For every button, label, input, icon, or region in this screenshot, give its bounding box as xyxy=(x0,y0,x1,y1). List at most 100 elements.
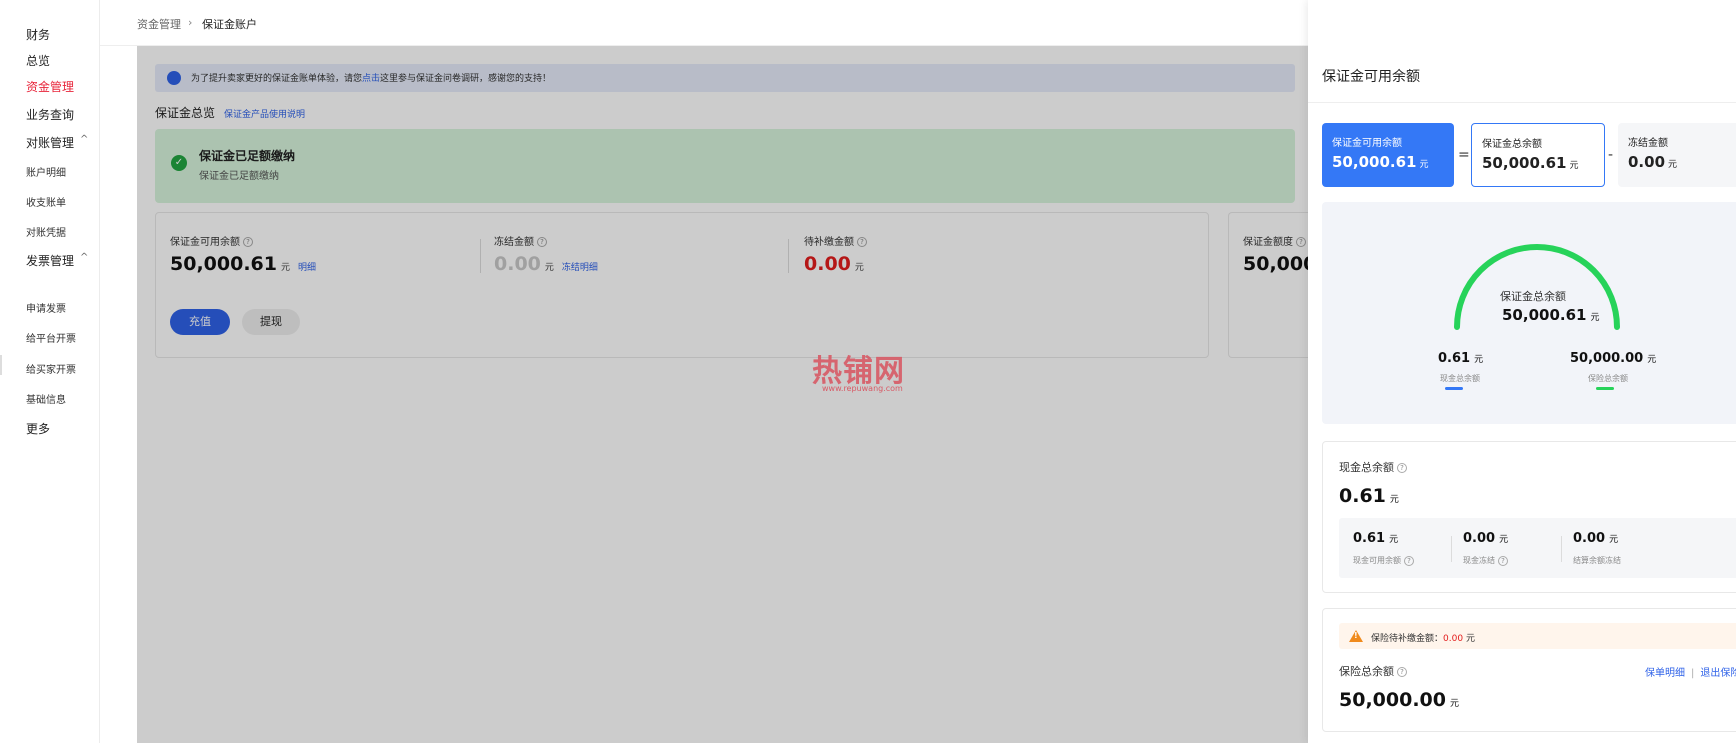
gauge-insurance-caption: 保险总余额 xyxy=(1588,374,1628,383)
cash-total-value: 0.61 元 xyxy=(1339,485,1399,507)
unit-text: 元 xyxy=(1474,355,1484,365)
insurance-balance-panel: ! 保险待补缴金额：0.00 元 保险总余额? 保单明细 | 退出保险 50,000… xyxy=(1322,608,1736,732)
help-icon[interactable]: ? xyxy=(1397,463,1407,473)
unit-text: 元 xyxy=(1590,313,1600,323)
value-text: 50,000.61 xyxy=(1332,153,1417,171)
sidebar-item-platform-invoice[interactable]: 给平台开票 xyxy=(26,330,76,345)
gauge-center-value: 50,000.61 元 xyxy=(1502,306,1599,324)
sidebar-item-business-query[interactable]: 业务查询 xyxy=(26,106,74,123)
unit-text: 元 xyxy=(1419,160,1429,170)
caption-text: 现金冻结 xyxy=(1463,556,1495,565)
value-text: 50,000.00 xyxy=(1570,351,1644,366)
warning-label: 保险待补缴金额： xyxy=(1371,634,1444,644)
help-icon[interactable]: ? xyxy=(1404,555,1414,566)
insurance-links: 保单明细 | 退出保险 xyxy=(1645,664,1736,679)
breadcrumb-current: 保证金账户 xyxy=(202,18,257,31)
unit-text: 元 xyxy=(1668,160,1678,170)
total-balance-label: 保证金总余额 xyxy=(1482,139,1542,150)
cash-frozen-value: 0.00 元 xyxy=(1463,531,1508,546)
chevron-up-icon: ^ xyxy=(80,252,89,263)
insurance-total-label: 保险总余额? xyxy=(1339,663,1407,679)
link-separator: | xyxy=(1691,668,1695,679)
divider xyxy=(1451,536,1452,562)
gauge-arc xyxy=(1454,244,1620,330)
unit-text: 元 xyxy=(1449,699,1459,709)
insurance-warning: ! 保险待补缴金额：0.00 元 xyxy=(1339,623,1736,649)
sidebar-item-fund-management[interactable]: 资金管理 xyxy=(26,78,74,95)
unit-text: 元 xyxy=(1499,535,1509,545)
cash-frozen-caption: 现金冻结? xyxy=(1463,555,1508,566)
divider xyxy=(1308,102,1736,103)
label-text: 保险总余额 xyxy=(1339,665,1394,678)
label-text: 现金总余额 xyxy=(1339,461,1394,474)
balance-gauge-panel: 保证金总余额 50,000.61 元 0.61 元 现金总余额 50,000.00 元… xyxy=(1322,202,1736,424)
sidebar: 财务 总览 资金管理 业务查询 对账管理 ^ 账户明细 收支账单 对账凭据 发票… xyxy=(0,0,100,743)
sidebar-item-bills[interactable]: 收支账单 xyxy=(26,194,66,209)
unit-text: 元 xyxy=(1609,535,1619,545)
drawer-title: 保证金可用余额 xyxy=(1322,69,1420,85)
value-text: 0.61 xyxy=(1353,531,1386,546)
sidebar-item-basic-info[interactable]: 基础信息 xyxy=(26,391,66,406)
gauge-cash-value: 0.61 元 xyxy=(1438,351,1483,366)
gauge-cash-caption: 现金总余额 xyxy=(1440,374,1480,383)
sidebar-item-invoice-management[interactable]: 发票管理 ^ xyxy=(26,252,88,269)
value-text: 0.61 xyxy=(1438,351,1471,366)
unit-text: 元 xyxy=(1389,535,1399,545)
sidebar-item-reconciliation-proof[interactable]: 对账凭据 xyxy=(26,224,66,239)
chevron-up-icon: ^ xyxy=(80,134,89,145)
settlement-frozen-caption: 结算余额冻结 xyxy=(1573,556,1621,565)
total-balance-box[interactable]: 保证金总余额 50,000.61 元 xyxy=(1471,123,1605,187)
warning-text: 保险待补缴金额：0.00 元 xyxy=(1371,631,1475,644)
gauge-insurance-value: 50,000.00 元 xyxy=(1570,351,1656,366)
exit-insurance-link[interactable]: 退出保险 xyxy=(1700,668,1736,679)
available-balance-box[interactable]: 保证金可用余额 50,000.61 元 xyxy=(1322,123,1454,187)
sidebar-item-reconciliation[interactable]: 对账管理 ^ xyxy=(26,134,88,151)
policy-detail-link[interactable]: 保单明细 xyxy=(1645,668,1685,679)
sidebar-item-more[interactable]: 更多 xyxy=(26,420,50,437)
breadcrumb-separator: › xyxy=(188,16,193,29)
unit-text: 元 xyxy=(1389,495,1399,505)
available-balance-label: 保证金可用余额 xyxy=(1332,138,1402,149)
frozen-amount-value: 0.00 元 xyxy=(1628,153,1677,171)
modal-overlay[interactable] xyxy=(137,46,1308,743)
watermark: 热铺网 www.repuwang.com xyxy=(812,346,932,398)
insurance-total-value: 50,000.00 元 xyxy=(1339,689,1459,711)
warning-value: 0.00 xyxy=(1443,634,1464,644)
value-text: 50,000.00 xyxy=(1339,689,1446,711)
sidebar-item-finance[interactable]: 财务 xyxy=(26,26,50,43)
value-text: 0.00 xyxy=(1463,531,1496,546)
value-text: 0.00 xyxy=(1573,531,1606,546)
cash-balance-panel: 现金总余额? 0.61 元 0.61 元 现金可用余额? 0.00 元 现金冻结? 0… xyxy=(1322,441,1736,593)
unit-text: 元 xyxy=(1647,355,1657,365)
warning-icon-mark: ! xyxy=(1354,631,1358,640)
sidebar-item-buyer-invoice[interactable]: 给买家开票 xyxy=(26,361,76,376)
value-text: 50,000.61 xyxy=(1482,154,1567,172)
cash-legend-bar xyxy=(1445,387,1463,390)
cash-available-value: 0.61 元 xyxy=(1353,531,1398,546)
cash-total-label: 现金总余额? xyxy=(1339,459,1407,475)
watermark-url: www.repuwang.com xyxy=(822,384,903,393)
help-icon[interactable]: ? xyxy=(1397,667,1407,677)
frozen-amount-box[interactable]: 冻结金额 0.00 元 xyxy=(1618,123,1736,187)
sidebar-item-overview[interactable]: 总览 xyxy=(26,52,50,69)
help-icon[interactable]: ? xyxy=(1498,555,1508,566)
sidebar-item-label: 对账管理 xyxy=(26,136,75,150)
balance-drawer: 保证金可用余额 保证金可用余额 50,000.61 元 = 保证金总余额 50,0… xyxy=(1308,0,1736,743)
breadcrumb-parent[interactable]: 资金管理 xyxy=(137,16,181,32)
cash-available-caption: 现金可用余额? xyxy=(1353,555,1414,566)
total-balance-value: 50,000.61 元 xyxy=(1482,154,1578,172)
caption-text: 现金可用余额 xyxy=(1353,556,1401,565)
frozen-amount-label: 冻结金额 xyxy=(1628,138,1668,149)
unit-text: 元 xyxy=(1465,634,1475,644)
value-text: 50,000.61 xyxy=(1502,306,1587,324)
divider xyxy=(1561,536,1562,562)
equals-sign: = xyxy=(1458,147,1470,163)
value-text: 0.61 xyxy=(1339,485,1386,507)
settlement-frozen-value: 0.00 元 xyxy=(1573,531,1618,546)
cash-breakdown: 0.61 元 现金可用余额? 0.00 元 现金冻结? 0.00 元 结算余额冻结 xyxy=(1339,518,1736,578)
insurance-legend-bar xyxy=(1596,387,1614,390)
sidebar-item-account-detail[interactable]: 账户明细 xyxy=(26,164,66,179)
sidebar-item-apply-invoice[interactable]: 申请发票 xyxy=(26,300,66,315)
unit-text: 元 xyxy=(1569,161,1579,171)
minus-sign: - xyxy=(1608,147,1614,163)
